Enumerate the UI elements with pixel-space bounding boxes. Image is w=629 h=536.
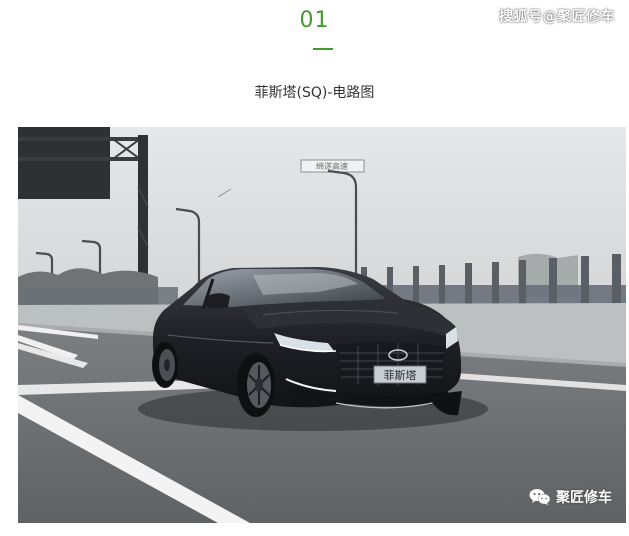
source-watermark: 搜狐号@聚匠修车 [499,9,615,25]
road-sign-text: 绵遂高速 [316,161,348,171]
wechat-icon [529,489,551,505]
road-sign: 绵遂高速 [300,159,365,173]
photo-watermark-label: 聚匠修车 [556,490,612,506]
section-divider [313,48,333,50]
article-caption: 菲斯塔(SQ)-电路图 [254,85,375,101]
car-photo: 绵遂高速 菲斯塔 聚匠修车 [18,127,626,523]
plate-text: 菲斯塔 [384,369,417,382]
photo-watermark: 聚匠修车 [529,487,612,507]
car-photo-illustration: 绵遂高速 菲斯塔 [18,127,626,523]
